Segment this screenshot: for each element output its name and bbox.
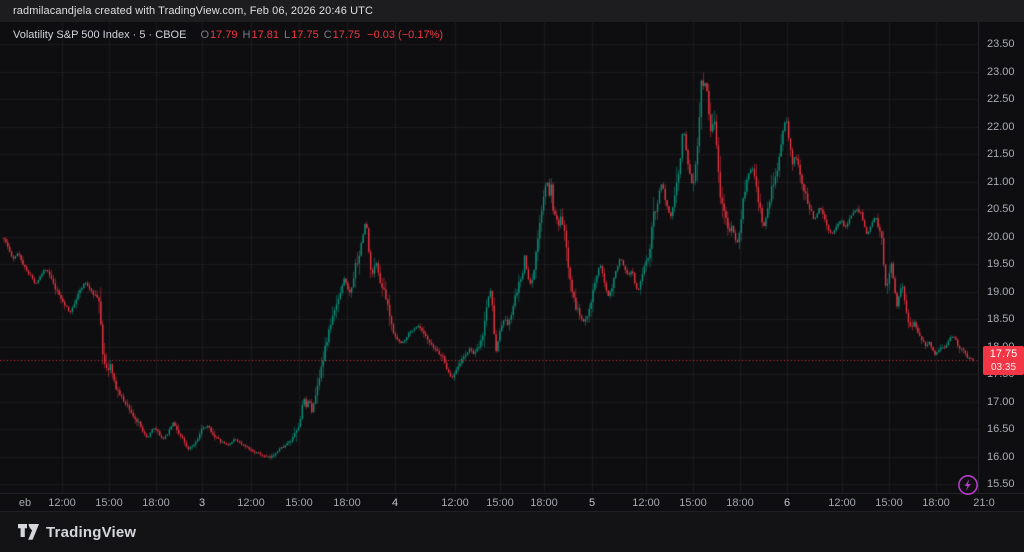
price-chart-canvas[interactable] (0, 22, 978, 493)
time-axis-label: 12:00 (820, 497, 864, 509)
last-price-value: 17.75 (983, 346, 1024, 361)
time-axis-label: 18:00 (718, 497, 762, 509)
time-axis-label: 15:00 (277, 497, 321, 509)
market-status-icon[interactable] (957, 474, 979, 496)
open-label: O (200, 29, 209, 41)
bar-countdown: 03:35 (983, 361, 1024, 374)
time-axis-label: 18:00 (325, 497, 369, 509)
change-value: −0.03 (−0.17%) (367, 29, 443, 41)
time-axis-label: 21:0 (962, 497, 1006, 509)
price-axis-label: 19.50 (987, 257, 1015, 271)
price-axis-label: 19.00 (987, 285, 1015, 299)
price-axis[interactable]: 23.50 23.00 22.50 22.00 21.50 21.00 20.50 20.00… (978, 22, 1024, 493)
time-axis-label: 5 (570, 497, 614, 509)
time-axis-label: 4 (373, 497, 417, 509)
low-value: 17.75 (291, 29, 319, 41)
time-axis[interactable]: eb12:0015:0018:00312:0015:0018:00412:001… (0, 493, 1024, 511)
time-axis-label: 12:00 (624, 497, 668, 509)
price-axis-label: 16.50 (987, 422, 1015, 436)
price-axis-label: 15.50 (987, 477, 1015, 491)
close-value: 17.75 (333, 29, 361, 41)
time-axis-label: 3 (180, 497, 224, 509)
time-axis-label: 18:00 (134, 497, 178, 509)
time-axis-label: 15:00 (87, 497, 131, 509)
time-axis-label: 15:00 (671, 497, 715, 509)
attribution-bar: radmilacandjela created with TradingView… (0, 0, 1024, 22)
price-axis-label: 18.50 (987, 312, 1015, 326)
price-axis-label: 23.50 (987, 37, 1015, 51)
time-axis-label: 15:00 (867, 497, 911, 509)
tradingview-logo[interactable]: TradingView (18, 522, 136, 543)
price-axis-label: 22.50 (987, 92, 1015, 106)
chart-legend: Volatility S&P 500 Index · 5 · CBOEO17.7… (13, 29, 443, 43)
last-price-label: 17.75 03:35 (983, 346, 1024, 375)
time-axis-label: 15:00 (478, 497, 522, 509)
footer-bar: TradingView (0, 511, 1024, 552)
price-axis-label: 16.00 (987, 450, 1015, 464)
time-axis-label: 12:00 (229, 497, 273, 509)
price-axis-label: 21.50 (987, 147, 1015, 161)
high-value: 17.81 (252, 29, 280, 41)
price-axis-label: 21.00 (987, 175, 1015, 189)
attribution-text: radmilacandjela created with TradingView… (13, 5, 373, 17)
tradingview-logo-text: TradingView (46, 524, 136, 541)
price-axis-label: 23.00 (987, 65, 1015, 79)
time-axis-label: 12:00 (40, 497, 84, 509)
price-axis-label: 20.50 (987, 202, 1015, 216)
price-axis-label: 20.00 (987, 230, 1015, 244)
open-value: 17.79 (210, 29, 238, 41)
lightning-bolt-icon (965, 479, 971, 491)
close-label: C (324, 29, 332, 41)
time-axis-label: 6 (765, 497, 809, 509)
time-axis-label: 18:00 (522, 497, 566, 509)
tradingview-logo-icon (18, 524, 39, 541)
price-axis-label: 17.00 (987, 395, 1015, 409)
price-axis-label: 22.00 (987, 120, 1015, 134)
symbol-title[interactable]: Volatility S&P 500 Index · 5 · CBOE (13, 29, 186, 41)
tradingview-snapshot: radmilacandjela created with TradingView… (0, 0, 1024, 552)
high-label: H (243, 29, 251, 41)
time-axis-label: 18:00 (914, 497, 958, 509)
low-label: L (284, 29, 290, 41)
time-axis-label: 12:00 (433, 497, 477, 509)
